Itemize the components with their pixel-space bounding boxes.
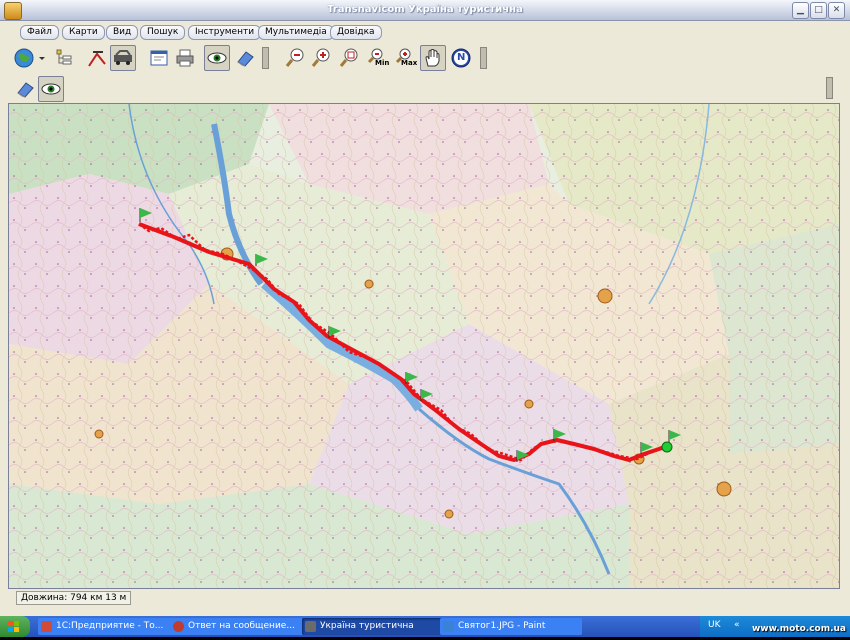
map-road-network — [9, 104, 839, 588]
chevron-down-icon — [39, 57, 45, 60]
zoom-min-button[interactable]: Min — [364, 45, 390, 71]
globe-dropdown[interactable] — [36, 45, 48, 71]
close-button[interactable]: ✕ — [828, 2, 845, 19]
menu-file[interactable]: Файл — [20, 25, 59, 40]
view-eye-button[interactable] — [204, 45, 230, 71]
toolbar-grip-3[interactable] — [826, 77, 833, 99]
map-city[interactable] — [444, 509, 454, 519]
zoom-rect-button[interactable] — [336, 45, 362, 71]
minimize-button[interactable]: ▁ — [792, 2, 809, 19]
zoom-in-icon — [311, 48, 330, 67]
window-title: Transnavicom Україна туристична — [327, 4, 523, 15]
menu-maps[interactable]: Карти — [62, 25, 105, 40]
maximize-icon: □ — [814, 5, 823, 15]
eye-icon — [41, 83, 61, 95]
pan-button[interactable] — [420, 45, 446, 71]
status-bar: Довжина: 794 км 13 м — [8, 589, 834, 605]
hand-icon — [425, 49, 440, 67]
vehicle-button[interactable] — [110, 45, 136, 71]
route-endpoint[interactable] — [661, 441, 673, 453]
map-canvas[interactable] — [9, 104, 839, 588]
app-window: Transnavicom Україна туристична ▁ □ ✕ Фа… — [0, 0, 850, 616]
app-1c-icon — [41, 621, 52, 632]
secondary-toolbar — [8, 76, 834, 102]
north-button[interactable]: N — [448, 45, 474, 71]
taskbar: 1С:Предприятие - То... Ответ на сообщени… — [0, 616, 850, 637]
route-tool-button[interactable] — [84, 45, 110, 71]
zoom-rect-icon — [339, 48, 358, 67]
task-label: Україна туристична — [320, 621, 414, 631]
menu-bar: Файл Карти Вид Пошук Інструменти Мультим… — [0, 22, 840, 40]
menu-view[interactable]: Вид — [106, 25, 139, 40]
map-view[interactable] — [8, 103, 840, 589]
language-indicator[interactable]: UK — [708, 620, 721, 630]
menu-multimedia[interactable]: Мультимедіа — [258, 25, 334, 40]
map-city[interactable] — [716, 481, 732, 497]
eraser-icon — [17, 82, 34, 98]
maximize-button[interactable]: □ — [810, 2, 827, 19]
zoom-max-button[interactable]: Max — [392, 45, 418, 71]
task-label: Святог1.JPG - Paint — [458, 621, 546, 631]
minimize-icon: ▁ — [797, 5, 804, 15]
menu-tools[interactable]: Інструменти — [188, 25, 262, 40]
print-button[interactable] — [172, 45, 198, 71]
tray-expand-icon[interactable]: « — [734, 620, 740, 630]
map-city[interactable] — [364, 279, 374, 289]
printer-icon — [176, 49, 194, 67]
main-toolbar: Min Max N — [8, 43, 834, 73]
zoom-max-label: Max — [401, 59, 418, 67]
task-1c[interactable]: 1С:Предприятие - То... — [38, 618, 178, 635]
toolbar-grip[interactable] — [262, 47, 269, 69]
task-label: Ответ на сообщение... — [188, 621, 295, 631]
zoom-out-icon — [285, 48, 304, 67]
window-button[interactable] — [146, 45, 172, 71]
eraser-small-button[interactable] — [12, 76, 38, 102]
eye-icon — [207, 52, 227, 64]
map-app-icon — [305, 621, 316, 632]
route-length: Довжина: 794 км 13 м — [16, 591, 132, 605]
eraser-button[interactable] — [232, 45, 258, 71]
zoom-out-button[interactable] — [282, 45, 308, 71]
globe-button[interactable] — [12, 45, 38, 71]
windows-logo-icon — [8, 621, 19, 632]
title-bar[interactable]: Transnavicom Україна туристична ▁ □ ✕ — [0, 0, 850, 21]
eraser-icon — [237, 51, 254, 67]
menu-help[interactable]: Довідка — [330, 25, 382, 40]
start-button[interactable] — [0, 616, 30, 637]
window-icon — [150, 50, 168, 66]
map-city[interactable] — [94, 429, 104, 439]
globe-icon — [14, 48, 34, 68]
vehicle-icon — [114, 50, 132, 65]
task-map-app[interactable]: Україна туристична — [302, 618, 450, 635]
task-paint[interactable]: Святог1.JPG - Paint — [440, 618, 582, 635]
layers-button[interactable] — [50, 45, 76, 71]
north-label: N — [457, 52, 466, 63]
close-icon: ✕ — [832, 5, 841, 15]
map-city[interactable] — [524, 399, 534, 409]
zoom-min-label: Min — [375, 59, 390, 67]
browser-icon — [173, 621, 184, 632]
layers-icon — [56, 49, 72, 65]
route-icon — [88, 51, 106, 67]
watermark: www.moto.com.ua — [751, 624, 846, 634]
map-city[interactable] — [597, 288, 613, 304]
paint-icon — [443, 621, 454, 632]
task-label: 1С:Предприятие - То... — [56, 621, 164, 631]
system-tray: UK « www.moto.com.ua — [700, 616, 850, 637]
menu-search[interactable]: Пошук — [140, 25, 186, 40]
eye-small-button[interactable] — [38, 76, 64, 102]
toolbar-grip-2[interactable] — [480, 47, 487, 69]
task-browser[interactable]: Ответ на сообщение... — [170, 618, 312, 635]
zoom-in-button[interactable] — [308, 45, 334, 71]
